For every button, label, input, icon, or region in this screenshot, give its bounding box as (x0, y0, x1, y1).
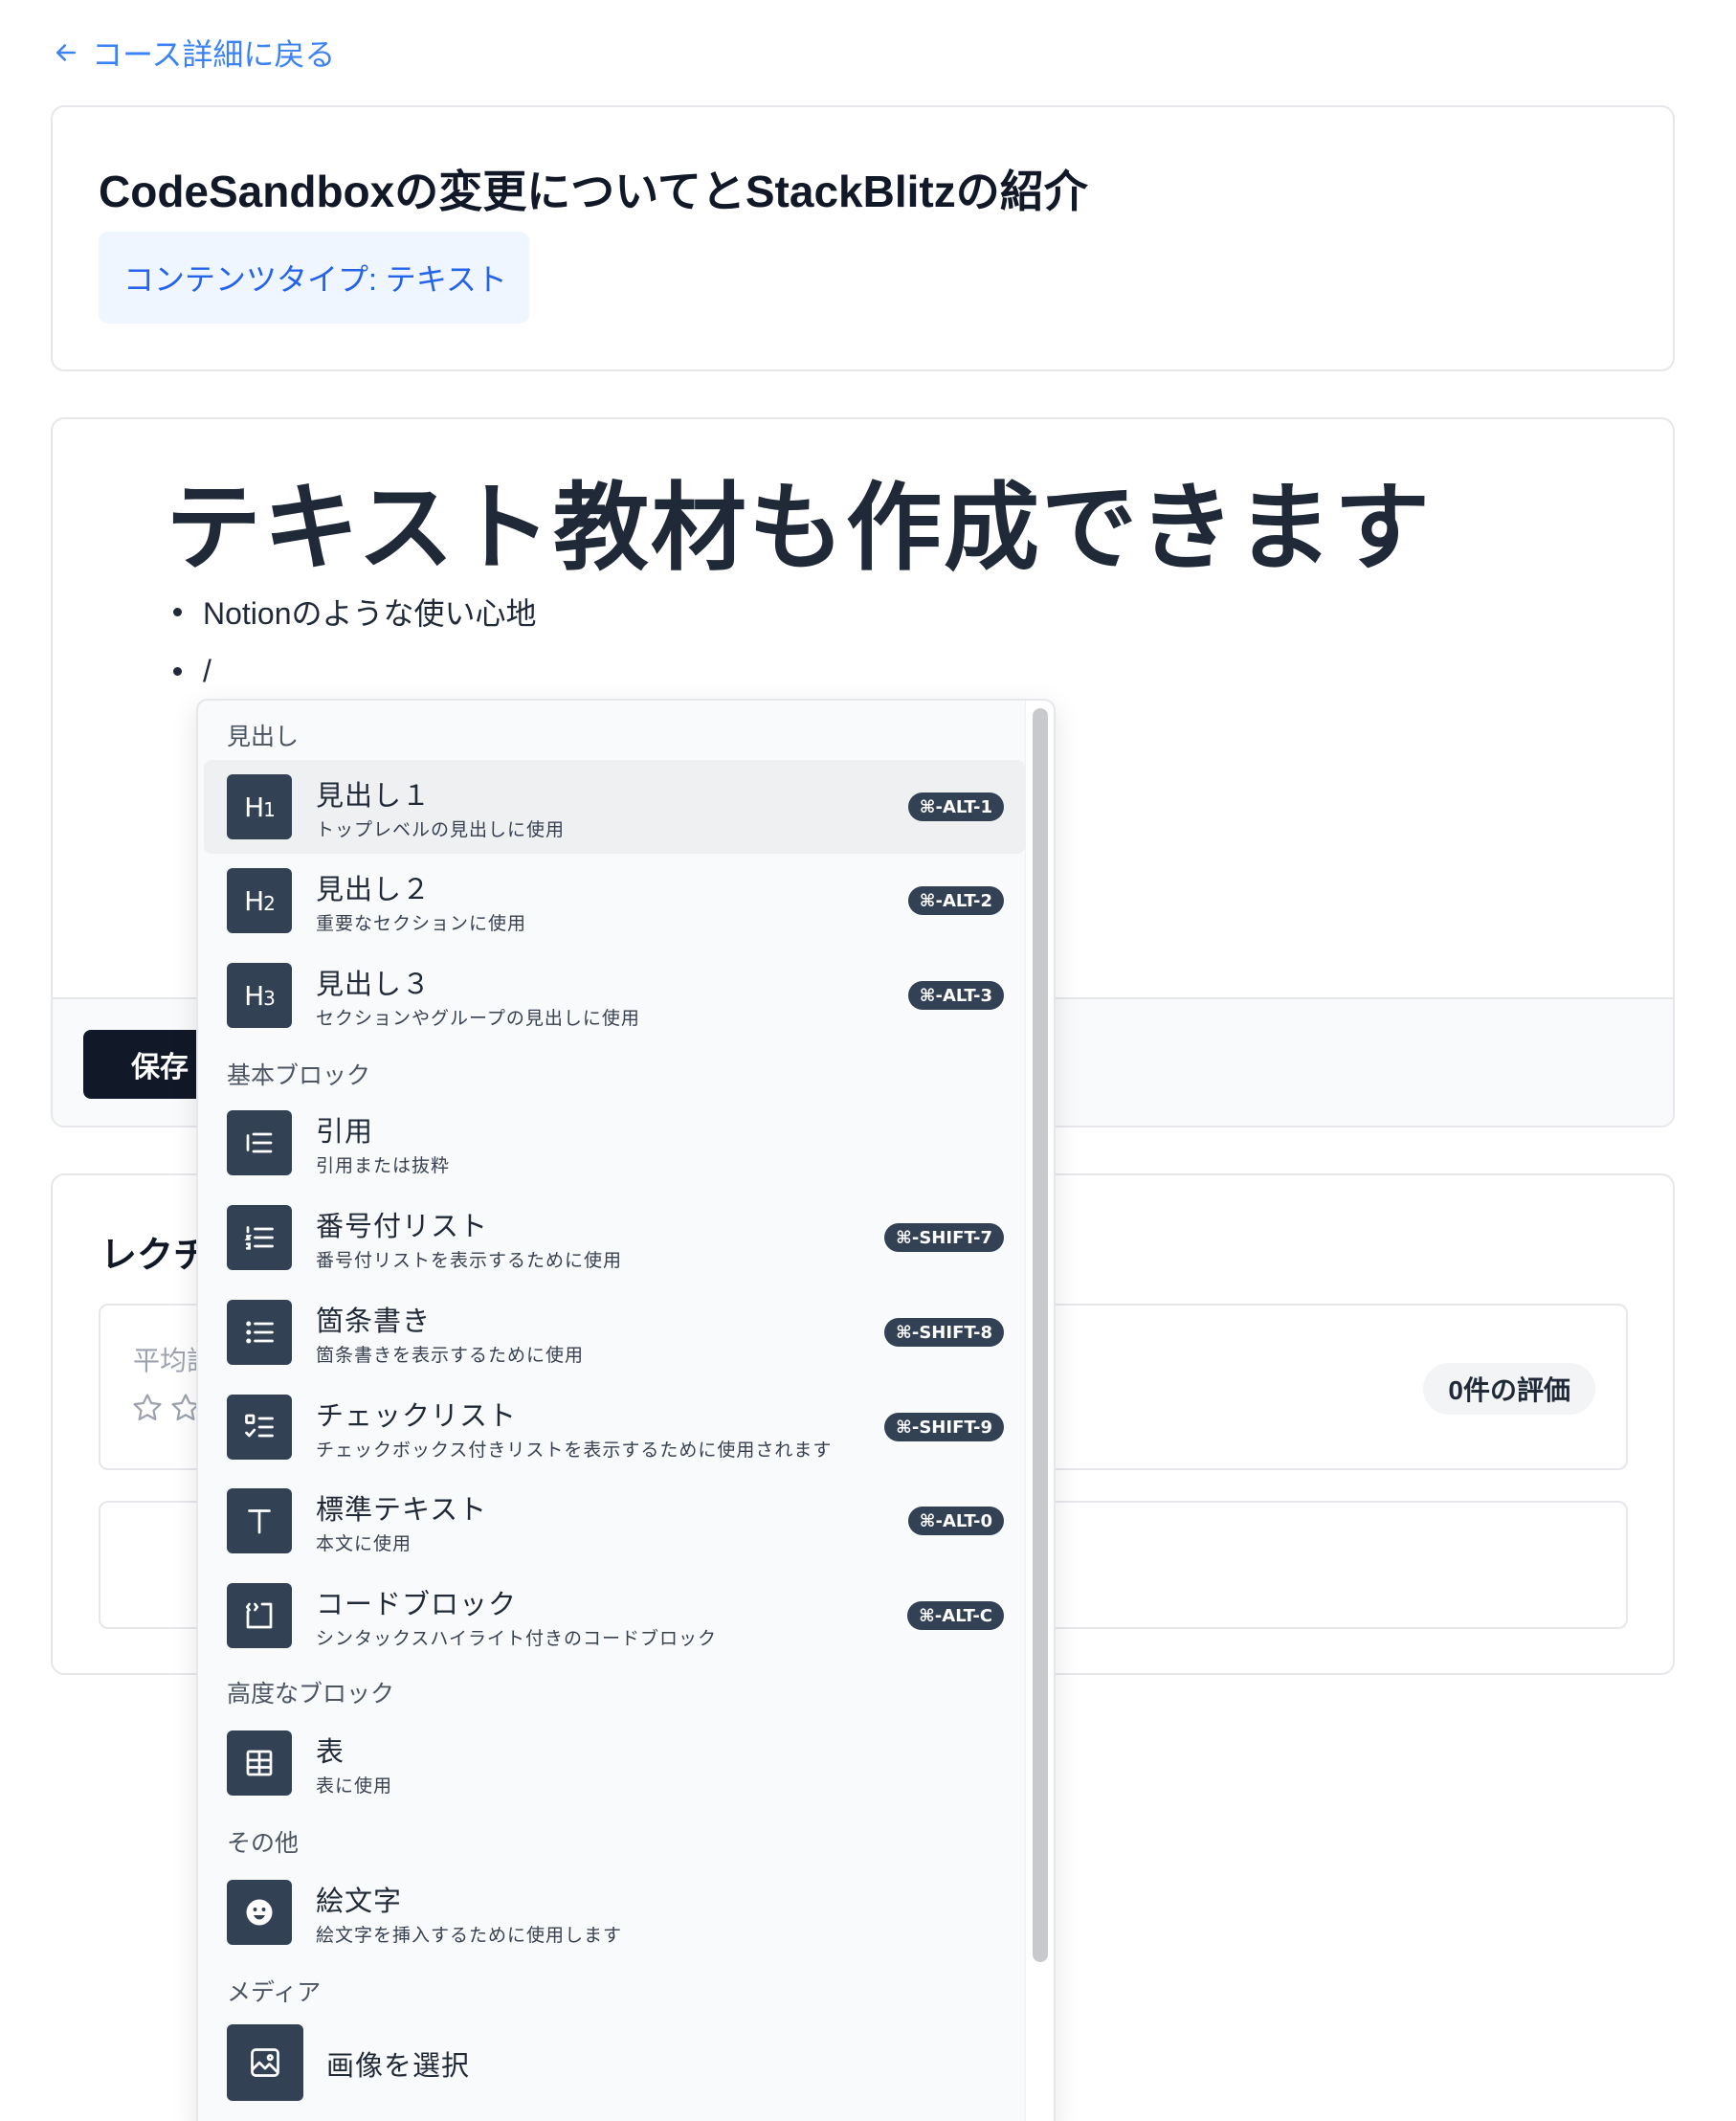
shortcut-badge: ⌘-ALT-1 (907, 793, 1004, 821)
star-rating (131, 1392, 202, 1424)
menu-item-desc: 番号付リストを表示するために使用 (316, 1251, 623, 1271)
rating-count-badge: 0件の評価 (1423, 1363, 1595, 1415)
menu-scrollbar-thumb[interactable] (1033, 708, 1048, 1962)
menu-item-heading-3[interactable]: H3 見出し３ セクションやグループの見出しに使用 ⌘-ALT-3 (204, 949, 1025, 1042)
emoji-icon (227, 1880, 292, 1945)
menu-item-title: 見出し１ (316, 781, 432, 812)
star-icon (133, 1394, 162, 1421)
back-link-label: コース詳細に戻る (92, 37, 336, 72)
shortcut-badge: ⌘-ALT-C (907, 1601, 1004, 1630)
menu-item-checklist[interactable]: チェックリスト チェックボックス付きリストを表示するために使用されます ⌘-SH… (204, 1380, 1025, 1474)
menu-item-title: 絵文字 (316, 1887, 403, 1917)
shortcut-badge: ⌘-ALT-3 (907, 981, 1004, 1010)
shortcut-badge: ⌘-SHIFT-9 (884, 1413, 1004, 1441)
menu-item-numbered-list[interactable]: 番号付リスト 番号付リストを表示するために使用 ⌘-SHIFT-7 (204, 1191, 1025, 1284)
image-icon (227, 2024, 303, 2101)
menu-item-desc: 表に使用 (316, 1776, 393, 1797)
menu-item-desc: セクションやグループの見出しに使用 (316, 1009, 640, 1029)
menu-item-desc: 引用または抜粋 (316, 1156, 451, 1176)
back-to-course-link[interactable]: コース詳細に戻る (52, 31, 335, 75)
content-type-badge: コンテンツタイプ: テキスト (99, 232, 529, 324)
bullet-dot (173, 666, 182, 676)
list-item[interactable]: Notionのような使い心地 (166, 582, 537, 641)
menu-item-desc: 絵文字を挿入するために使用します (316, 1926, 623, 1946)
menu-item-heading-1[interactable]: H1 見出し１ トップレベルの見出しに使用 ⌘-ALT-1 (204, 760, 1025, 854)
menu-item-desc: 重要なセクションに使用 (316, 914, 527, 934)
menu-item-title: チェックリスト (316, 1401, 518, 1432)
heading-1-icon: H1 (227, 774, 292, 839)
menu-item-desc: 本文に使用 (316, 1534, 412, 1554)
shortcut-badge: ⌘-SHIFT-8 (884, 1318, 1004, 1347)
menu-item-desc: トップレベルの見出しに使用 (316, 820, 566, 840)
numbered-list-icon (227, 1205, 292, 1270)
section-label-headings: 見出し (227, 724, 300, 750)
menu-item-code-block[interactable]: コードブロック シンタックスハイライト付きのコードブロック ⌘-ALT-C (204, 1569, 1025, 1663)
menu-item-title: 番号付リスト (316, 1212, 489, 1242)
editor-heading[interactable]: テキスト教材も作成できます (166, 450, 1432, 589)
menu-item-desc: シンタックスハイライト付きのコードブロック (316, 1629, 718, 1649)
menu-item-table[interactable]: 表 表に使用 (204, 1716, 1025, 1810)
lesson-header-card: CodeSandboxの変更についてとStackBlitzの紹介 コンテンツタイ… (51, 105, 1675, 371)
section-label-advanced: 高度なブロック (227, 1681, 395, 1708)
section-label-media: メディア (227, 1979, 322, 2006)
editor-bullet-list[interactable]: Notionのような使い心地 / (166, 582, 537, 701)
menu-item-desc: チェックボックス付きリストを表示するために使用されます (316, 1440, 833, 1461)
text-icon (227, 1488, 292, 1553)
slash-command-menu[interactable]: 見出し H1 見出し１ トップレベルの見出しに使用 ⌘-ALT-1 H2 見出し… (196, 699, 1056, 2121)
menu-item-emoji[interactable]: 絵文字 絵文字を挿入するために使用します (204, 1865, 1025, 1959)
menu-item-title: 見出し３ (316, 970, 432, 1000)
bullet-list-icon (227, 1300, 292, 1365)
quote-icon (227, 1110, 292, 1175)
list-item-text: Notionのような使い心地 (203, 596, 537, 631)
menu-scrollbar[interactable] (1025, 701, 1054, 2121)
code-block-icon (227, 1583, 292, 1648)
review-section-title: レクチ (100, 1236, 211, 1276)
section-label-basic: 基本ブロック (227, 1062, 371, 1089)
menu-item-title: 標準テキスト (316, 1495, 488, 1526)
heading-2-icon: H2 (227, 868, 292, 933)
menu-item-title: コードブロック (316, 1590, 518, 1620)
menu-item-desc: 箇条書きを表示するために使用 (316, 1346, 585, 1366)
menu-item-bullet-list[interactable]: 箇条書き 箇条書きを表示するために使用 ⌘-SHIFT-8 (204, 1285, 1025, 1379)
menu-item-quote[interactable]: 引用 引用または抜粋 (204, 1096, 1025, 1190)
list-item[interactable]: / (166, 641, 537, 701)
menu-item-image[interactable]: 画像を選択 (204, 2015, 1025, 2109)
menu-item-title: 箇条書き (316, 1306, 432, 1337)
menu-item-title: 画像を選択 (326, 2051, 471, 2082)
bullet-dot (173, 607, 182, 616)
menu-item-text[interactable]: 標準テキスト 本文に使用 ⌘-ALT-0 (204, 1474, 1025, 1568)
shortcut-badge: ⌘-ALT-2 (907, 886, 1004, 915)
list-item-text: / (203, 653, 211, 688)
menu-list: 見出し H1 見出し１ トップレベルの見出しに使用 ⌘-ALT-1 H2 見出し… (198, 701, 1029, 2121)
menu-item-title: 表 (316, 1737, 345, 1768)
menu-item-title: 見出し２ (316, 875, 432, 905)
section-label-other: その他 (227, 1830, 300, 1857)
shortcut-badge: ⌘-SHIFT-7 (884, 1223, 1004, 1252)
arrow-left-icon (56, 44, 76, 61)
menu-item-heading-2[interactable]: H2 見出し２ 重要なセクションに使用 ⌘-ALT-2 (204, 854, 1025, 948)
heading-3-icon: H3 (227, 963, 292, 1028)
checklist-icon (227, 1395, 292, 1460)
menu-item-title: 引用 (316, 1117, 374, 1148)
shortcut-badge: ⌘-ALT-0 (907, 1507, 1004, 1535)
table-icon (227, 1730, 292, 1796)
lesson-title: CodeSandboxの変更についてとStackBlitzの紹介 (99, 167, 1088, 216)
